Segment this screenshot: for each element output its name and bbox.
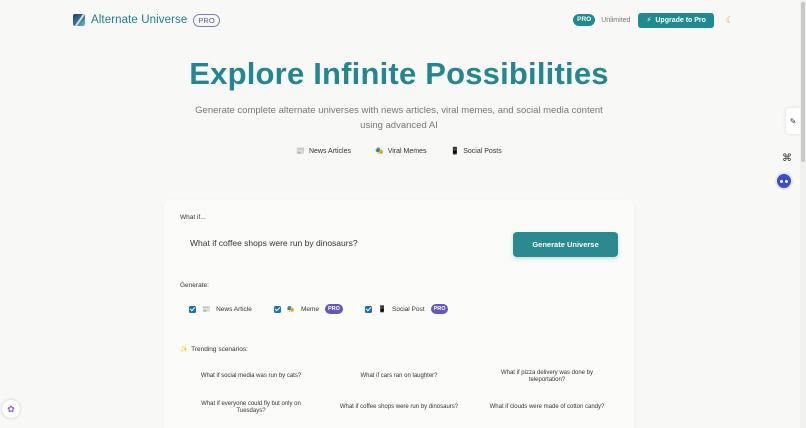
scenario-input[interactable] <box>180 232 506 254</box>
meme-icon: 🎭 <box>286 306 295 313</box>
brain-icon[interactable]: ✿ <box>2 400 20 418</box>
checkbox[interactable] <box>189 305 196 313</box>
option-social-post[interactable]: 📱 Social Post PRO <box>364 304 449 314</box>
assistant-bot-icon[interactable] <box>775 172 793 190</box>
moon-icon[interactable]: ☾ <box>726 15 734 26</box>
brand-name: Alternate Universe <box>91 14 188 26</box>
generator-card: What if... Generate Universe Generate: 📰… <box>164 200 634 428</box>
feature-list: 📰 News Articles 🎭 Viral Memes 📱 Social P… <box>0 147 798 156</box>
feature-label: News Articles <box>308 147 351 155</box>
trending-scenario[interactable]: What if pizza delivery was done by telep… <box>476 366 618 388</box>
trending-scenario[interactable]: What if social media was run by cats? <box>180 366 322 388</box>
page-subtitle: Generate complete alternate universes wi… <box>195 105 603 131</box>
header-actions: PRO Unlimited ⚡ Upgrade to Pro ☾ <box>573 12 734 28</box>
phone-icon: 📱 <box>450 148 460 155</box>
option-label: Meme <box>300 305 320 313</box>
content-options: 📰 News Article 🎭 Meme PRO 📱 Social Post … <box>189 304 449 314</box>
trending-scenario[interactable]: What if coffee shops were run by dinosau… <box>328 394 470 422</box>
apps-grid-icon[interactable]: ⌘ <box>779 150 795 166</box>
logo-icon <box>73 14 85 26</box>
generate-universe-button[interactable]: Generate Universe <box>513 232 618 257</box>
page-title: Explore Infinite Possibilities <box>189 56 609 91</box>
scrollbar-thumb[interactable] <box>801 2 805 162</box>
pro-badge: PRO <box>325 304 343 314</box>
trending-heading: ✨ Trending scenarios: <box>180 345 248 354</box>
trending-scenario[interactable]: What if cars ran on laughter? <box>328 366 470 388</box>
meme-icon: 🎭 <box>374 148 384 155</box>
newspaper-icon: 📰 <box>202 306 211 313</box>
brand-pro-badge: PRO <box>193 13 220 27</box>
feature-label: Social Posts <box>463 147 502 155</box>
whatif-label: What if... <box>180 214 206 221</box>
checkbox[interactable] <box>364 305 372 313</box>
plan-badge: PRO <box>573 14 596 26</box>
trending-label: Trending scenarios: <box>191 345 248 353</box>
brand[interactable]: Alternate Universe PRO <box>73 13 220 27</box>
option-label: News Article <box>216 305 252 313</box>
bolt-icon: ⚡ <box>646 16 652 24</box>
newspaper-icon: 📰 <box>296 148 305 155</box>
trending-scenario[interactable]: What if clouds were made of cotton candy… <box>476 394 618 422</box>
generate-label: Generate: <box>180 282 209 289</box>
pen-icon: ✎ <box>789 116 797 126</box>
upgrade-button[interactable]: ⚡ Upgrade to Pro <box>638 12 714 28</box>
feature-memes: 🎭 Viral Memes <box>374 147 427 156</box>
sparkles-icon: ✨ <box>180 346 189 353</box>
trending-list: What if social media was run by cats? Wh… <box>180 366 618 422</box>
feature-label: Viral Memes <box>387 147 427 155</box>
trending-scenario[interactable]: What if everyone could fly but only on T… <box>180 394 322 422</box>
feature-news: 📰 News Articles <box>296 147 351 156</box>
feature-social: 📱 Social Posts <box>450 147 502 156</box>
option-label: Social Post <box>392 305 425 313</box>
option-news-article[interactable]: 📰 News Article <box>189 304 252 314</box>
option-meme[interactable]: 🎭 Meme PRO <box>273 304 343 314</box>
side-panel-tab[interactable]: ✎ <box>786 108 800 134</box>
phone-icon: 📱 <box>377 306 387 313</box>
top-bar: Alternate Universe PRO PRO Unlimited ⚡ U… <box>0 0 806 40</box>
plan-label: Unlimited <box>601 16 631 24</box>
pro-badge: PRO <box>430 304 449 314</box>
checkbox[interactable] <box>273 305 281 313</box>
upgrade-label: Upgrade to Pro <box>655 16 706 24</box>
